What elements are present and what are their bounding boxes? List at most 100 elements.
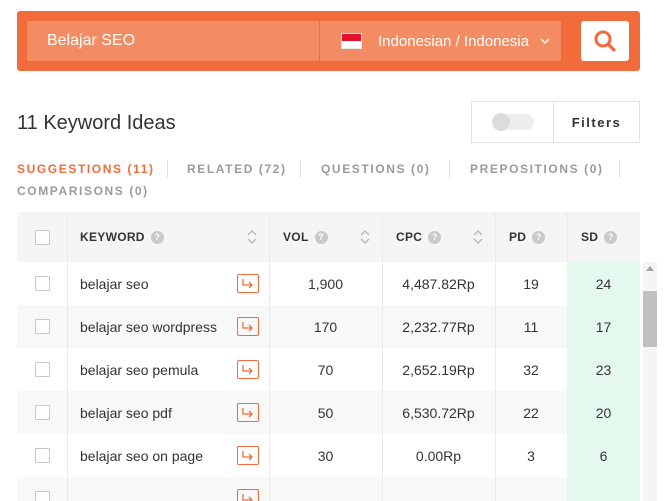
row-select-cell <box>17 434 67 477</box>
table-header: KEYWORD ? VOL ? CPC ? PD ? SD ? <box>17 212 640 262</box>
table-row: belajar seo on page 30 0.00Rp 3 6 <box>17 434 640 477</box>
table-row: belajar seo pdf 50 6,530.72Rp 22 20 <box>17 391 640 434</box>
vol-cell: 170 <box>313 318 338 335</box>
search-button[interactable] <box>581 21 629 61</box>
filter-controls: Filters <box>471 101 640 143</box>
column-keyword-label: KEYWORD <box>80 230 145 244</box>
open-serp-icon[interactable] <box>237 403 259 422</box>
keyword-cell <box>67 477 269 501</box>
search-bar: Indonesian / Indonesia <box>17 11 640 71</box>
keyword-text[interactable]: belajar seo pemula <box>80 362 237 378</box>
language-select[interactable]: Indonesian / Indonesia <box>320 21 561 61</box>
header-select-cell <box>17 212 67 262</box>
row-checkbox[interactable] <box>34 448 50 463</box>
row-checkbox[interactable] <box>34 362 50 377</box>
column-pd-label: PD <box>509 230 527 244</box>
sort-icon <box>247 230 257 244</box>
keyword-cell: belajar seo <box>67 262 269 305</box>
tab-comparisons[interactable]: COMPARISONS (0) <box>17 184 149 198</box>
help-icon[interactable]: ? <box>532 230 546 244</box>
sd-cell <box>567 477 640 501</box>
tab-questions[interactable]: QUESTIONS (0) <box>321 162 430 176</box>
select-all-checkbox[interactable] <box>34 229 50 245</box>
sort-icon <box>473 230 483 244</box>
row-select-cell <box>17 305 67 348</box>
tab-related[interactable]: RELATED (72) <box>187 162 287 176</box>
vol-cell: 50 <box>317 404 334 421</box>
column-sd-label: SD <box>581 230 599 244</box>
filters-button[interactable]: Filters <box>554 102 639 142</box>
open-serp-icon[interactable] <box>237 317 259 336</box>
keyword-cell: belajar seo wordpress <box>67 305 269 348</box>
column-sd[interactable]: SD ? <box>567 212 640 262</box>
sd-cell: 20 <box>567 391 640 434</box>
row-checkbox[interactable] <box>34 491 50 501</box>
keyword-text[interactable]: belajar seo pdf <box>80 405 237 421</box>
keyword-search-input[interactable] <box>27 21 319 61</box>
keyword-cell: belajar seo on page <box>67 434 269 477</box>
table-scrollbar[interactable] <box>643 262 657 501</box>
cpc-cell: 4,487.82Rp <box>402 275 475 292</box>
keyword-text[interactable]: belajar seo <box>80 276 237 292</box>
open-serp-icon[interactable] <box>237 489 259 501</box>
tab-suggestions[interactable]: SUGGESTIONS (11) <box>17 162 155 176</box>
table-row: belajar seo wordpress 170 2,232.77Rp 11 … <box>17 305 640 348</box>
pd-cell: 3 <box>527 447 535 464</box>
filter-toggle-wrap <box>472 102 554 142</box>
table-row <box>17 477 640 501</box>
vol-cell: 30 <box>317 447 334 464</box>
search-icon <box>594 30 616 52</box>
pd-cell: 22 <box>523 404 539 421</box>
help-icon[interactable]: ? <box>314 230 328 244</box>
toggle-knob <box>491 113 510 131</box>
keyword-cell: belajar seo pdf <box>67 391 269 434</box>
sd-cell: 23 <box>567 348 640 391</box>
scroll-thumb[interactable] <box>643 291 657 347</box>
filter-toggle[interactable] <box>491 113 534 131</box>
row-select-cell <box>17 477 67 501</box>
indonesia-flag-icon <box>341 33 362 49</box>
column-keyword[interactable]: KEYWORD ? <box>67 212 269 262</box>
vol-cell: 70 <box>317 361 334 378</box>
chevron-down-icon <box>540 38 550 44</box>
cpc-cell: 0.00Rp <box>415 447 462 464</box>
keyword-text[interactable]: belajar seo wordpress <box>80 319 237 335</box>
table-body: belajar seo 1,900 4,487.82Rp 19 24 belaj… <box>17 262 640 501</box>
column-vol-label: VOL <box>283 230 309 244</box>
cpc-cell: 2,652.19Rp <box>402 361 475 378</box>
tab-prepositions[interactable]: PREPOSITIONS (0) <box>470 162 604 176</box>
keyword-text[interactable]: belajar seo on page <box>80 448 237 464</box>
help-icon[interactable]: ? <box>150 230 164 244</box>
row-checkbox[interactable] <box>34 319 50 334</box>
help-icon[interactable]: ? <box>604 230 618 244</box>
pd-cell: 11 <box>523 318 539 335</box>
pd-cell: 32 <box>523 361 539 378</box>
cpc-cell: 2,232.77Rp <box>402 318 475 335</box>
scroll-up-arrow-icon[interactable] <box>646 266 654 271</box>
table-row: belajar seo pemula 70 2,652.19Rp 32 23 <box>17 348 640 391</box>
row-checkbox[interactable] <box>34 276 50 291</box>
help-icon[interactable]: ? <box>428 230 442 244</box>
cpc-cell: 6,530.72Rp <box>402 404 475 421</box>
open-serp-icon[interactable] <box>237 446 259 465</box>
open-serp-icon[interactable] <box>237 274 259 293</box>
sort-icon <box>360 230 370 244</box>
column-vol[interactable]: VOL ? <box>269 212 382 262</box>
sd-cell: 6 <box>567 434 640 477</box>
column-cpc-label: CPC <box>396 230 423 244</box>
open-serp-icon[interactable] <box>237 360 259 379</box>
vol-cell: 1,900 <box>307 275 344 292</box>
table-row: belajar seo 1,900 4,487.82Rp 19 24 <box>17 262 640 305</box>
row-checkbox[interactable] <box>34 405 50 420</box>
language-label: Indonesian / Indonesia <box>378 32 529 50</box>
row-select-cell <box>17 262 67 305</box>
page-title: 11 Keyword Ideas <box>17 112 176 134</box>
sd-cell: 17 <box>567 305 640 348</box>
row-select-cell <box>17 391 67 434</box>
keyword-cell: belajar seo pemula <box>67 348 269 391</box>
column-cpc[interactable]: CPC ? <box>382 212 495 262</box>
row-select-cell <box>17 348 67 391</box>
column-pd[interactable]: PD ? <box>495 212 567 262</box>
sd-cell: 24 <box>567 262 640 305</box>
keyword-table: KEYWORD ? VOL ? CPC ? PD ? SD ? belajar … <box>17 212 640 501</box>
